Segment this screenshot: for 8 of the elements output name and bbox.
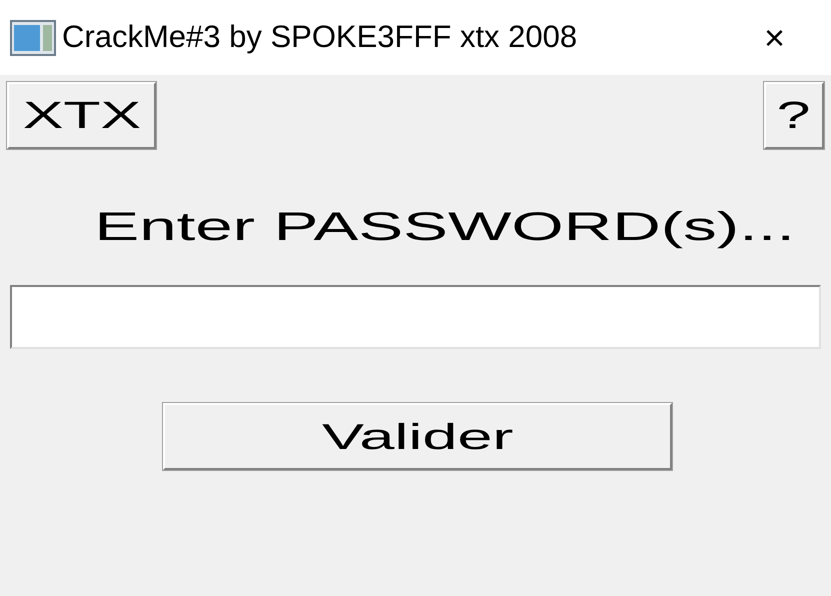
valider-button[interactable]: Valider [163, 403, 672, 470]
password-prompt: Enter PASSWORD(s)... [94, 207, 795, 247]
window-title: CrackMe#3 by SPOKE3FFF xtx 2008 [62, 18, 578, 56]
close-button[interactable]: × [764, 20, 785, 56]
help-button[interactable]: ? [764, 82, 824, 149]
xtx-button[interactable]: XTX [7, 82, 156, 149]
password-field[interactable] [10, 285, 821, 349]
app-icon [10, 20, 56, 56]
